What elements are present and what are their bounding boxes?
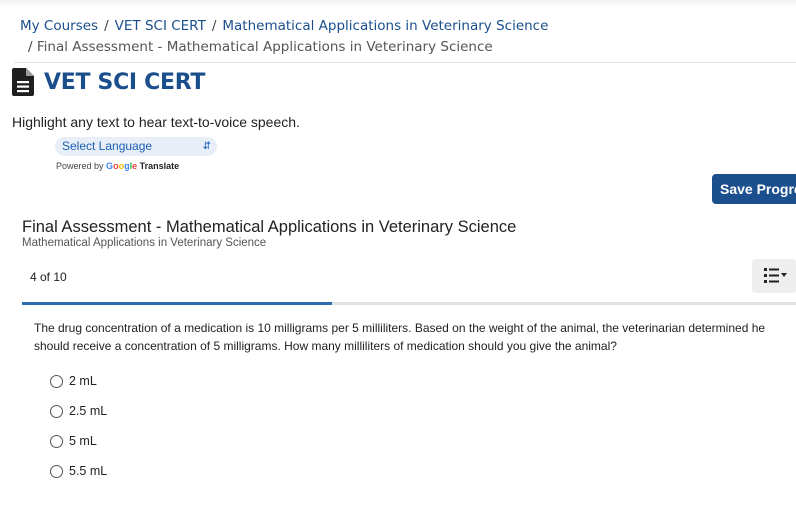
select-chevron-icon: ⇵ (202, 141, 211, 152)
breadcrumb-course[interactable]: Mathematical Applications in Veterinary … (222, 18, 548, 34)
breadcrumb-separator: / (211, 18, 217, 34)
radio-button[interactable] (50, 374, 63, 388)
breadcrumb: My Courses / VET SCI CERT / Mathematical App… (20, 16, 548, 58)
save-progress-button[interactable]: Save Progress (712, 174, 796, 204)
assessment-subtitle: Mathematical Applications in Veterinary … (22, 237, 267, 249)
page-header: VET SCI CERT (12, 68, 205, 96)
answer-option-label: 5 mL (69, 434, 97, 448)
answer-option[interactable]: 5.5 mL (50, 464, 107, 478)
tts-hint: Highlight any text to hear text-to-voice… (12, 114, 300, 130)
document-icon (12, 68, 34, 96)
language-select[interactable]: Select Language ⇵ (55, 137, 217, 156)
translate-link[interactable]: Translate (140, 161, 180, 171)
question-counter: 4 of 10 (30, 270, 67, 284)
breadcrumb-separator: / (104, 18, 109, 34)
breadcrumb-separator: / (28, 39, 33, 55)
breadcrumb-my-courses[interactable]: My Courses (20, 18, 98, 34)
divider (14, 62, 796, 63)
breadcrumb-current: Final Assessment - Mathematical Applicat… (36, 39, 493, 55)
question-text: The drug concentration of a medication i… (34, 321, 766, 353)
radio-button[interactable] (50, 404, 63, 418)
page-title: VET SCI CERT (44, 69, 206, 95)
radio-button[interactable] (50, 464, 63, 478)
powered-by-google: Powered by Google Translate (56, 161, 180, 171)
list-menu-icon (764, 268, 787, 283)
progress-bar-fill (22, 302, 332, 305)
answer-option-label: 5.5 mL (69, 464, 108, 478)
question-list-button[interactable] (752, 259, 796, 293)
assessment-title: Final Assessment - Mathematical Applicat… (22, 218, 517, 236)
radio-button[interactable] (50, 434, 63, 448)
answer-option[interactable]: 2 mL (50, 374, 97, 388)
answer-option-label: 2 mL (69, 374, 97, 388)
google-logo: Google (106, 161, 138, 171)
answer-option[interactable]: 5 mL (50, 434, 97, 448)
answer-option-label: 2.5 mL (69, 404, 108, 418)
language-select-label: Select Language (62, 139, 153, 153)
breadcrumb-vet-sci-cert[interactable]: VET SCI CERT (115, 18, 206, 34)
answer-option[interactable]: 2.5 mL (50, 404, 107, 418)
top-shadow (0, 0, 796, 8)
progress-bar (22, 302, 796, 305)
